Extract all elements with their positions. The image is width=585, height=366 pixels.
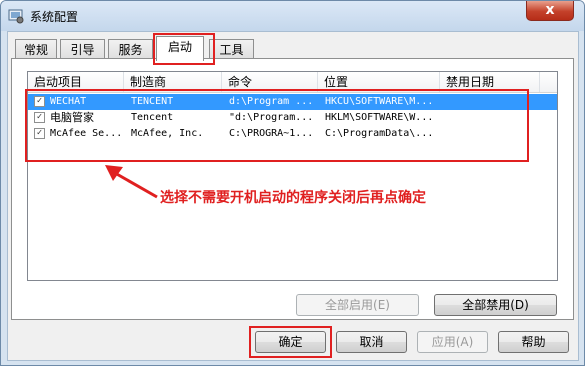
- manufacturer: McAfee, Inc.: [131, 128, 204, 139]
- location: HKCU\SOFTWARE\M...: [325, 96, 434, 107]
- startup-item-name: McAfee Se...: [50, 128, 123, 139]
- title-bar[interactable]: 系统配置 x: [1, 1, 584, 31]
- window-title: 系统配置: [30, 10, 79, 24]
- manufacturer: TENCENT: [131, 96, 174, 107]
- system-config-icon: [8, 9, 24, 24]
- command: "d:\Program...: [229, 112, 314, 123]
- startup-item-name: 电脑管家: [50, 111, 94, 124]
- column-startup-item[interactable]: 启动项目: [28, 72, 124, 92]
- table-row[interactable]: ✓ 电脑管家 Tencent "d:\Program... HKLM\SOFTW…: [28, 110, 557, 126]
- system-config-window: 系统配置 x 常规 引导 服务 启动 工具 启动项目 制造商 命令 位置 禁用日…: [0, 0, 585, 366]
- enable-all-button[interactable]: 全部启用(E): [296, 294, 419, 316]
- help-button[interactable]: 帮助: [498, 331, 569, 353]
- command: C:\PROGRA~1...: [229, 128, 314, 139]
- annotation-arrow-icon: [105, 165, 158, 199]
- close-button[interactable]: x: [526, 1, 574, 21]
- column-location[interactable]: 位置: [318, 72, 440, 92]
- table-row[interactable]: ✓ McAfee Se... McAfee, Inc. C:\PROGRA~1.…: [28, 126, 557, 142]
- row-checkbox[interactable]: ✓: [34, 96, 45, 107]
- row-checkbox[interactable]: ✓: [34, 112, 45, 123]
- manufacturer: Tencent: [131, 112, 174, 123]
- column-command[interactable]: 命令: [222, 72, 318, 92]
- list-header: 启动项目 制造商 命令 位置 禁用日期: [28, 72, 557, 93]
- column-disabled-date[interactable]: 禁用日期: [440, 72, 540, 92]
- location: C:\ProgramData\...: [325, 128, 434, 139]
- row-checkbox[interactable]: ✓: [34, 128, 45, 139]
- location: HKLM\SOFTWARE\W...: [325, 112, 434, 123]
- tab-startup[interactable]: 启动: [156, 36, 204, 61]
- close-icon: x: [545, 2, 555, 18]
- table-row[interactable]: ✓ WECHAT TENCENT d:\Program ... HKCU\SOF…: [28, 94, 557, 110]
- ok-button[interactable]: 确定: [255, 331, 326, 353]
- command: d:\Program ...: [229, 96, 314, 107]
- disable-all-button[interactable]: 全部禁用(D): [434, 294, 557, 316]
- apply-button[interactable]: 应用(A): [417, 331, 488, 353]
- cancel-button[interactable]: 取消: [336, 331, 407, 353]
- annotation-text: 选择不需要开机启动的程序关闭后再点确定: [160, 190, 426, 206]
- column-manufacturer[interactable]: 制造商: [124, 72, 222, 92]
- startup-item-name: WECHAT: [50, 96, 87, 107]
